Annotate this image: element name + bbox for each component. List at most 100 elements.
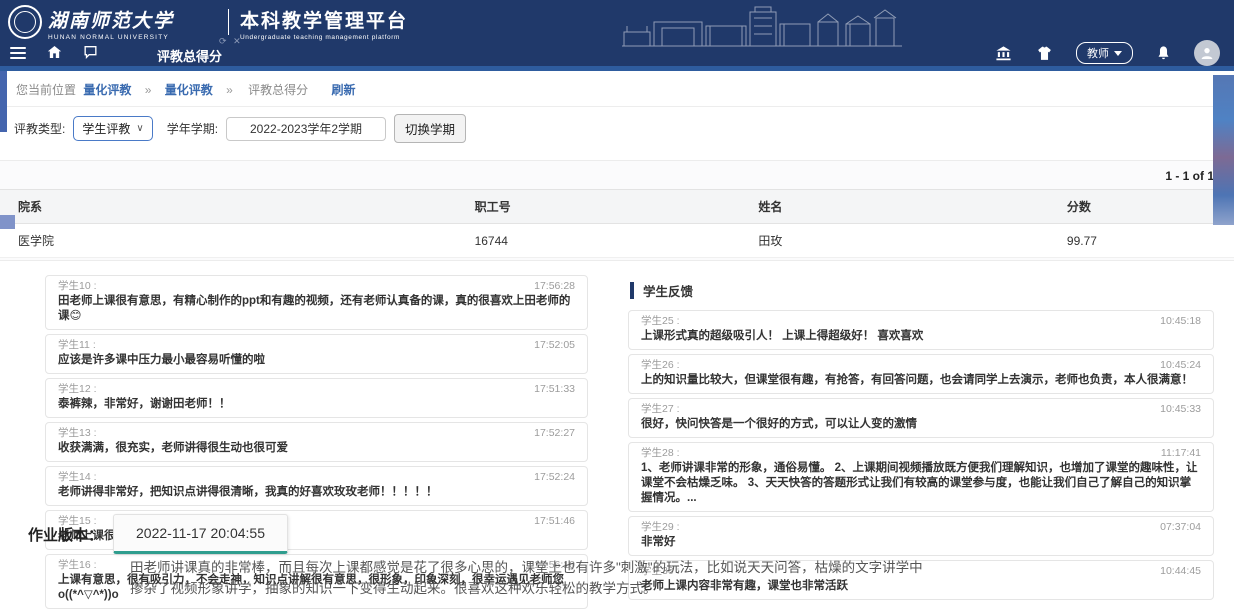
comment-time: 17:52:27: [534, 426, 575, 440]
tab-evaluation-total-score[interactable]: 评教总得分: [157, 46, 222, 65]
platform-brand: 本科教学管理平台 Undergraduate teaching manageme…: [240, 6, 408, 41]
comment-card: 学生25 : 10:45:18 上课形式真的超级吸引人！ 上课上得超级好！ 喜欢喜…: [628, 310, 1214, 350]
student-label: 学生16 :: [58, 558, 97, 572]
comment-card: 学生11 : 17:52:05 应该是许多课中压力最小最容易听懂的啦: [45, 334, 588, 374]
comment-time: 10:45:33: [1160, 402, 1201, 416]
score-table: 院系 职工号 姓名 分数 医学院 16744 田玫 99.77: [0, 189, 1234, 258]
comment-time: 07:37:04: [1160, 520, 1201, 534]
tab-refresh-icon[interactable]: ⟳: [219, 36, 229, 46]
shirt-icon[interactable]: [1035, 45, 1054, 62]
student-feedback-header: 学生反馈: [630, 281, 1214, 300]
user-avatar[interactable]: [1194, 40, 1220, 66]
university-brand: 湖南师范大学 HUNAN NORMAL UNIVERSITY: [48, 6, 174, 41]
comment-time: 10:45:18: [1160, 314, 1201, 328]
platform-title-en: Undergraduate teaching management platfo…: [240, 34, 408, 41]
homework-version-button[interactable]: 2022-11-17 20:04:55: [113, 514, 288, 554]
background-edge-strip-left: [0, 71, 7, 132]
student-label: 学生10 :: [58, 279, 97, 293]
overall-comment-text: 田老师讲课真的非常棒，而且每次上课都感觉是花了很多心思的，课堂上也有许多"刺激"…: [130, 558, 930, 600]
institution-icon[interactable]: [994, 45, 1013, 62]
comment-card: 学生28 :11:17:41 1、老师讲课非常的形象，通俗易懂。 2、上课期间视…: [628, 442, 1214, 512]
university-name: 湖南师范大学: [48, 6, 174, 33]
breadcrumb-link-quantified-eval-2[interactable]: 量化评教: [165, 83, 213, 97]
student-label: 学生14 :: [58, 470, 97, 484]
comment-time: 17:56:28: [534, 279, 575, 293]
col-header-staff-id: 职工号: [457, 190, 741, 224]
menu-toggle-icon[interactable]: [10, 44, 28, 60]
student-label: 学生26 :: [641, 358, 680, 372]
feedback-bubble-icon[interactable]: [82, 44, 100, 60]
cell-score: 99.77: [1049, 224, 1234, 258]
refresh-link[interactable]: 刷新: [332, 83, 356, 97]
col-header-score: 分数: [1049, 190, 1234, 224]
table-header-row: 院系 职工号 姓名 分数: [0, 190, 1234, 224]
chevron-down-icon: [1114, 51, 1122, 56]
comment-text: 应该是许多课中压力最小最容易听懂的啦: [58, 353, 575, 368]
homework-version-label: 作业版本：: [28, 524, 103, 545]
scroll-indicator-chip: [0, 215, 15, 229]
col-header-name: 姓名: [740, 190, 1049, 224]
comment-time: 17:52:05: [534, 338, 575, 352]
university-seal-logo: [8, 5, 42, 39]
breadcrumb-separator: »: [145, 83, 152, 97]
background-edge-strip-right: [1213, 75, 1234, 225]
comment-time: 17:51:33: [534, 382, 575, 396]
eval-type-select[interactable]: 学生评教 ∨: [73, 116, 152, 141]
col-header-department: 院系: [0, 190, 457, 224]
cell-staff-id: 16744: [457, 224, 741, 258]
comment-time: 17:51:46: [534, 514, 575, 528]
comment-card: 学生13 :17:52:27 收获满满，很充实，老师讲得很生动也很可爱: [45, 422, 588, 462]
section-accent-bar: [630, 282, 634, 299]
comment-text: 田老师上课很有意思，有精心制作的ppt和有趣的视频，还有老师认真备的课，真的很喜…: [58, 294, 575, 324]
student-label: 学生11 :: [58, 338, 96, 352]
comment-card: 学生12 : 17:51:33 泰裤辣，非常好，谢谢田老师！！: [45, 378, 588, 418]
pagination-status: 1 - 1 of 1: [0, 161, 1234, 189]
student-label: 学生12 :: [58, 382, 97, 396]
comment-text: 很好，快问快答是一个很好的方式，可以让人变的激情: [641, 417, 1201, 432]
comment-time: 17:52:24: [534, 470, 575, 484]
top-header: 湖南师范大学 HUNAN NORMAL UNIVERSITY 本科教学管理平台 …: [0, 0, 1234, 66]
select-caret-icon: ∨: [136, 123, 143, 134]
comment-text: 上的知识量比较大，但课堂很有趣，有抢答，有回答问题，也会请同学上去演示，老师也负…: [641, 373, 1201, 388]
comments-left-column: 学生10 : 17:56:28 田老师上课很有意思，有精心制作的ppt和有趣的视频…: [45, 275, 588, 528]
comment-text: 泰裤辣，非常好，谢谢田老师！！: [58, 397, 575, 412]
student-label: 学生29 :: [641, 520, 680, 534]
comment-time: 10:44:45: [1160, 564, 1201, 578]
filter-bar: 评教类型: 学生评教 ∨ 学年学期: 切换学期: [0, 107, 1234, 152]
student-label: 学生28 :: [641, 446, 680, 460]
header-actions: 教师: [994, 40, 1220, 66]
role-label: 教师: [1087, 45, 1109, 61]
university-name-en: HUNAN NORMAL UNIVERSITY: [48, 34, 174, 41]
cell-name: 田玫: [740, 224, 1049, 258]
comment-card: 学生14 : 17:52:24 老师讲得非常好，把知识点讲得很清晰，我真的好喜欢玫…: [45, 466, 588, 506]
student-label: 学生27 :: [641, 402, 680, 416]
breadcrumb-separator: »: [226, 83, 233, 97]
campus-skyline-illustration: [622, 6, 902, 50]
comment-card: 学生26 : 10:45:24 上的知识量比较大，但课堂很有趣，有抢答，有回答问题…: [628, 354, 1214, 394]
app-window: 湖南师范大学 HUNAN NORMAL UNIVERSITY 本科教学管理平台 …: [0, 0, 1234, 612]
homework-version-row: 作业版本： 2022-11-17 20:04:55: [28, 514, 288, 554]
role-dropdown[interactable]: 教师: [1076, 42, 1133, 64]
bell-icon[interactable]: [1155, 45, 1172, 62]
student-label: 学生25 :: [641, 314, 680, 328]
cell-department: 医学院: [0, 224, 457, 258]
tab-close-icon[interactable]: ✕: [233, 36, 243, 46]
score-table-panel: 1 - 1 of 1 院系 职工号 姓名 分数 医学院 16744 田玫 99.…: [0, 160, 1234, 261]
eval-type-value: 学生评教: [82, 120, 130, 137]
term-input[interactable]: [226, 117, 386, 141]
table-row[interactable]: 医学院 16744 田玫 99.77: [0, 224, 1234, 258]
term-label: 学年学期:: [167, 120, 218, 137]
comment-text: 非常好: [641, 535, 1201, 550]
home-icon[interactable]: [46, 44, 64, 60]
comment-text: 老师讲得非常好，把知识点讲得很清晰，我真的好喜欢玫玫老师！！！！！: [58, 485, 575, 500]
comment-text: 上课形式真的超级吸引人！ 上课上得超级好！ 喜欢喜欢: [641, 329, 1201, 344]
comment-card: 学生10 : 17:56:28 田老师上课很有意思，有精心制作的ppt和有趣的视频…: [45, 275, 588, 330]
comment-time: 10:45:24: [1160, 358, 1201, 372]
section-title: 学生反馈: [643, 281, 693, 300]
student-label: 学生13 :: [58, 426, 97, 440]
switch-term-button[interactable]: 切换学期: [394, 114, 466, 143]
comment-card: 学生29 : 07:37:04 非常好: [628, 516, 1214, 556]
breadcrumb-link-quantified-eval-1[interactable]: 量化评教: [83, 83, 131, 97]
breadcrumb: 您当前位置 量化评教 » 量化评教 » 评教总得分 刷新: [0, 71, 1234, 107]
brand-divider: [228, 9, 229, 35]
